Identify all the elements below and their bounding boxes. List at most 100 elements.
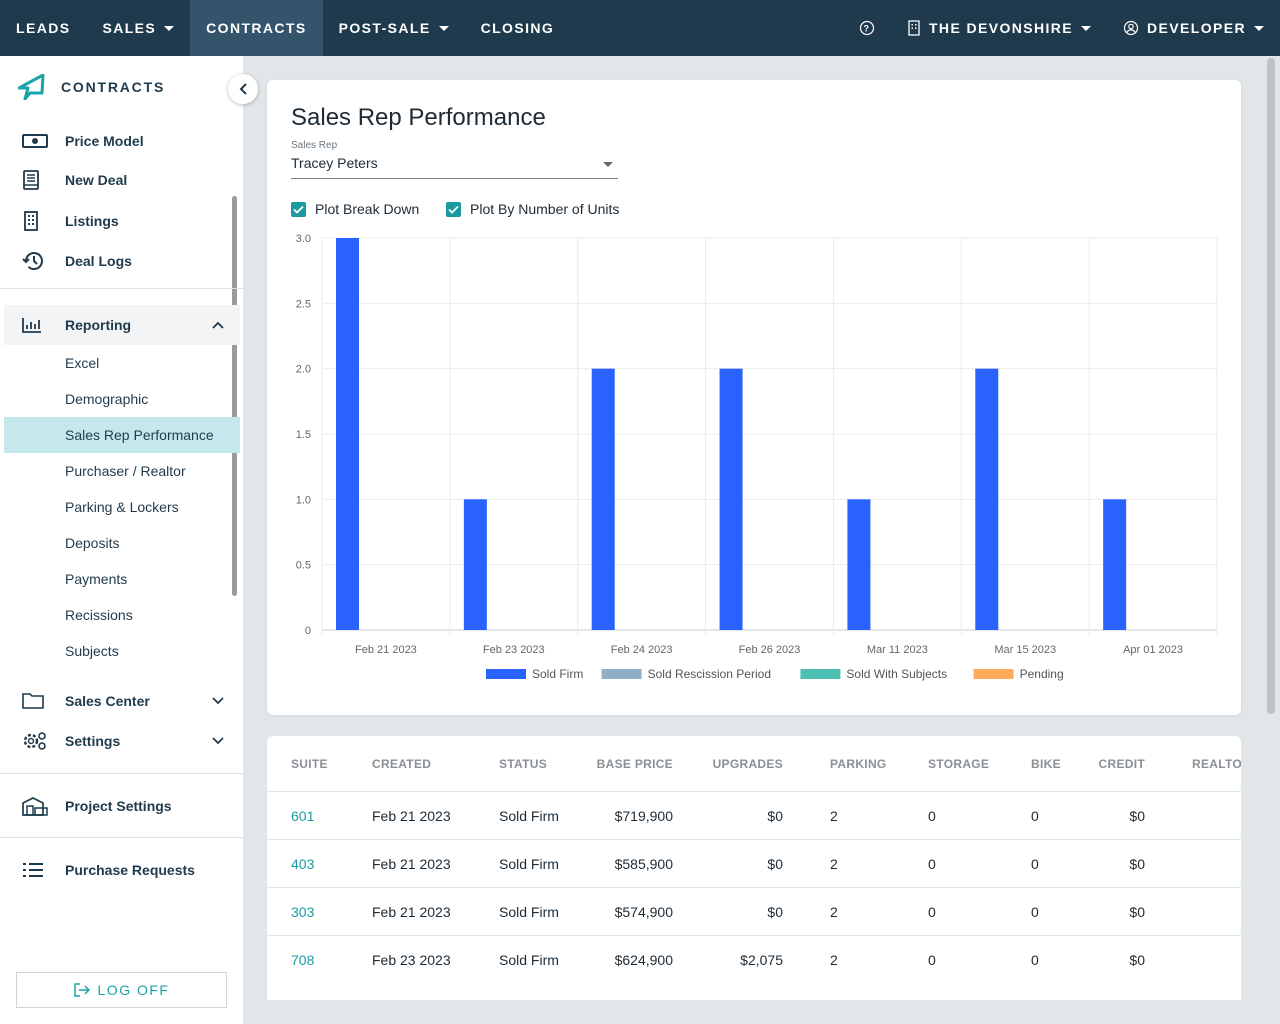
nav-sales[interactable]: SALES bbox=[86, 0, 190, 56]
cell-parking: 2 bbox=[830, 904, 838, 920]
sidebar-subitem-purchaser-realtor[interactable]: Purchaser / Realtor bbox=[4, 453, 240, 489]
table-row[interactable]: 403 Feb 21 2023 Sold Firm $585,900 $0 2 0 0 $0 bbox=[267, 839, 1241, 887]
legend-label: Pending bbox=[1020, 667, 1064, 681]
sidebar-subitem-sales-rep-performance[interactable]: Sales Rep Performance bbox=[4, 417, 240, 453]
sidebar-item-sales-center[interactable]: Sales Center bbox=[4, 681, 240, 721]
cell-suite[interactable]: 303 bbox=[291, 904, 314, 920]
cell-suite[interactable]: 403 bbox=[291, 856, 314, 872]
gears-icon bbox=[23, 732, 46, 750]
sidebar: CONTRACTS Price Model New Deal Listings … bbox=[0, 56, 243, 1024]
column-header-upgrades[interactable]: UPGRADES bbox=[713, 757, 783, 771]
cell-suite[interactable]: 708 bbox=[291, 952, 314, 968]
user-circle-icon bbox=[1123, 20, 1139, 36]
sidebar-item-label: Price Model bbox=[65, 133, 144, 149]
bar-sold-firm bbox=[719, 368, 743, 630]
cell-credit: $0 bbox=[1129, 808, 1145, 824]
bar-chart: 0 0.5 1.0 1.5 2.0 2.5 3.0 Feb 21 2023 Feb 23 202… bbox=[296, 233, 1218, 681]
nav-leads[interactable]: LEADS bbox=[0, 0, 86, 56]
help-circle-icon: ? bbox=[859, 20, 875, 36]
sidebar-title: CONTRACTS bbox=[61, 79, 166, 95]
legend-swatch bbox=[800, 669, 841, 679]
y-tick-label: 0 bbox=[305, 625, 311, 637]
log-off-button[interactable]: LOG OFF bbox=[16, 972, 227, 1008]
cell-created: Feb 21 2023 bbox=[372, 856, 451, 872]
help-button[interactable]: ? bbox=[843, 0, 891, 56]
table-row[interactable]: 303 Feb 21 2023 Sold Firm $574,900 $0 2 0 0 $0 bbox=[267, 887, 1241, 935]
table-row[interactable]: 601 Feb 21 2023 Sold Firm $719,900 $0 2 0 0 $0 bbox=[267, 791, 1241, 839]
nav-label: CLOSING bbox=[480, 20, 555, 36]
cell-parking: 2 bbox=[830, 808, 838, 824]
sidebar-subitem-deposits[interactable]: Deposits bbox=[4, 525, 240, 561]
cell-credit: $0 bbox=[1129, 952, 1145, 968]
sidebar-item-label: Listings bbox=[65, 213, 119, 229]
sidebar-item-purchase-requests[interactable]: Purchase Requests bbox=[4, 850, 240, 890]
page-scrollbar[interactable] bbox=[1267, 58, 1275, 714]
sidebar-item-label: Deal Logs bbox=[65, 253, 132, 269]
chevron-down-icon bbox=[212, 697, 224, 705]
svg-text:?: ? bbox=[864, 24, 871, 34]
sidebar-subitem-payments[interactable]: Payments bbox=[4, 561, 240, 597]
x-tick-label: Feb 23 2023 bbox=[483, 644, 545, 656]
cell-created: Feb 21 2023 bbox=[372, 808, 451, 824]
log-off-label: LOG OFF bbox=[97, 982, 170, 998]
cell-bike: 0 bbox=[1031, 808, 1039, 824]
column-header-base-price[interactable]: BASE PRICE bbox=[597, 757, 673, 771]
sidebar-item-label: Sales Center bbox=[65, 693, 150, 709]
cell-suite[interactable]: 601 bbox=[291, 808, 314, 824]
sidebar-item-project-settings[interactable]: Project Settings bbox=[4, 786, 240, 826]
deals-table: SUITE CREATED STATUS BASE PRICE UPGRADES PARK… bbox=[267, 736, 1241, 1016]
sidebar-item-listings[interactable]: Listings bbox=[4, 201, 240, 241]
collapse-sidebar-button[interactable] bbox=[228, 74, 258, 104]
sidebar-item-reporting[interactable]: Reporting bbox=[4, 305, 240, 345]
column-header-credit[interactable]: CREDIT bbox=[1099, 757, 1145, 771]
sidebar-subitem-demographic[interactable]: Demographic bbox=[4, 381, 240, 417]
sidebar-subitem-excel[interactable]: Excel bbox=[4, 345, 240, 381]
nav-contracts[interactable]: CONTRACTS bbox=[190, 0, 323, 56]
sidebar-item-settings[interactable]: Settings bbox=[4, 721, 240, 761]
divider bbox=[0, 837, 243, 838]
column-header-storage[interactable]: STORAGE bbox=[928, 757, 989, 771]
sidebar-subitem-recissions[interactable]: Recissions bbox=[4, 597, 240, 633]
sidebar-item-label: New Deal bbox=[65, 172, 128, 188]
cell-base-price: $574,900 bbox=[614, 904, 673, 920]
divider bbox=[0, 773, 243, 774]
cell-base-price: $719,900 bbox=[614, 808, 673, 824]
y-tick-label: 1.0 bbox=[296, 494, 311, 506]
cell-base-price: $624,900 bbox=[614, 952, 673, 968]
column-header-bike[interactable]: BIKE bbox=[1031, 757, 1061, 771]
nav-label: SALES bbox=[102, 20, 157, 36]
divider bbox=[0, 288, 243, 289]
nav-post-sale[interactable]: POST-SALE bbox=[323, 0, 465, 56]
column-header-created[interactable]: CREATED bbox=[372, 757, 431, 771]
nav-label: POST-SALE bbox=[338, 20, 431, 36]
x-tick-label: Mar 11 2023 bbox=[867, 644, 928, 656]
cell-upgrades: $0 bbox=[767, 904, 783, 920]
sidebar-item-deal-logs[interactable]: Deal Logs bbox=[4, 241, 240, 281]
nav-closing[interactable]: CLOSING bbox=[465, 0, 571, 56]
x-tick-label: Mar 15 2023 bbox=[994, 644, 1056, 656]
column-header-parking[interactable]: PARKING bbox=[830, 757, 887, 771]
project-selector[interactable]: THE DEVONSHIRE bbox=[891, 0, 1107, 56]
legend-swatch bbox=[486, 669, 526, 679]
y-tick-label: 3.0 bbox=[296, 233, 311, 245]
legend-label: Sold Firm bbox=[532, 667, 583, 681]
caret-down-icon bbox=[164, 25, 175, 31]
sidebar-subitem-parking-lockers[interactable]: Parking & Lockers bbox=[4, 489, 240, 525]
caret-down-icon bbox=[1081, 25, 1092, 31]
cell-bike: 0 bbox=[1031, 904, 1039, 920]
column-header-realtor[interactable]: REALTOR bbox=[1192, 757, 1241, 771]
office-icon bbox=[22, 797, 48, 816]
cell-storage: 0 bbox=[928, 904, 936, 920]
cell-created: Feb 21 2023 bbox=[372, 904, 451, 920]
cell-storage: 0 bbox=[928, 856, 936, 872]
sidebar-item-new-deal[interactable]: New Deal bbox=[4, 160, 240, 200]
user-menu[interactable]: DEVELOPER bbox=[1107, 0, 1280, 56]
table-row[interactable]: 708 Feb 23 2023 Sold Firm $624,900 $2,075 2 0 0… bbox=[267, 935, 1241, 983]
column-header-suite[interactable]: SUITE bbox=[291, 757, 328, 771]
page-bottom bbox=[243, 1000, 1280, 1024]
cell-parking: 2 bbox=[830, 952, 838, 968]
cell-status: Sold Firm bbox=[499, 904, 559, 920]
column-header-status[interactable]: STATUS bbox=[499, 757, 547, 771]
sidebar-item-price-model[interactable]: Price Model bbox=[4, 121, 240, 161]
sidebar-subitem-subjects[interactable]: Subjects bbox=[4, 633, 240, 669]
